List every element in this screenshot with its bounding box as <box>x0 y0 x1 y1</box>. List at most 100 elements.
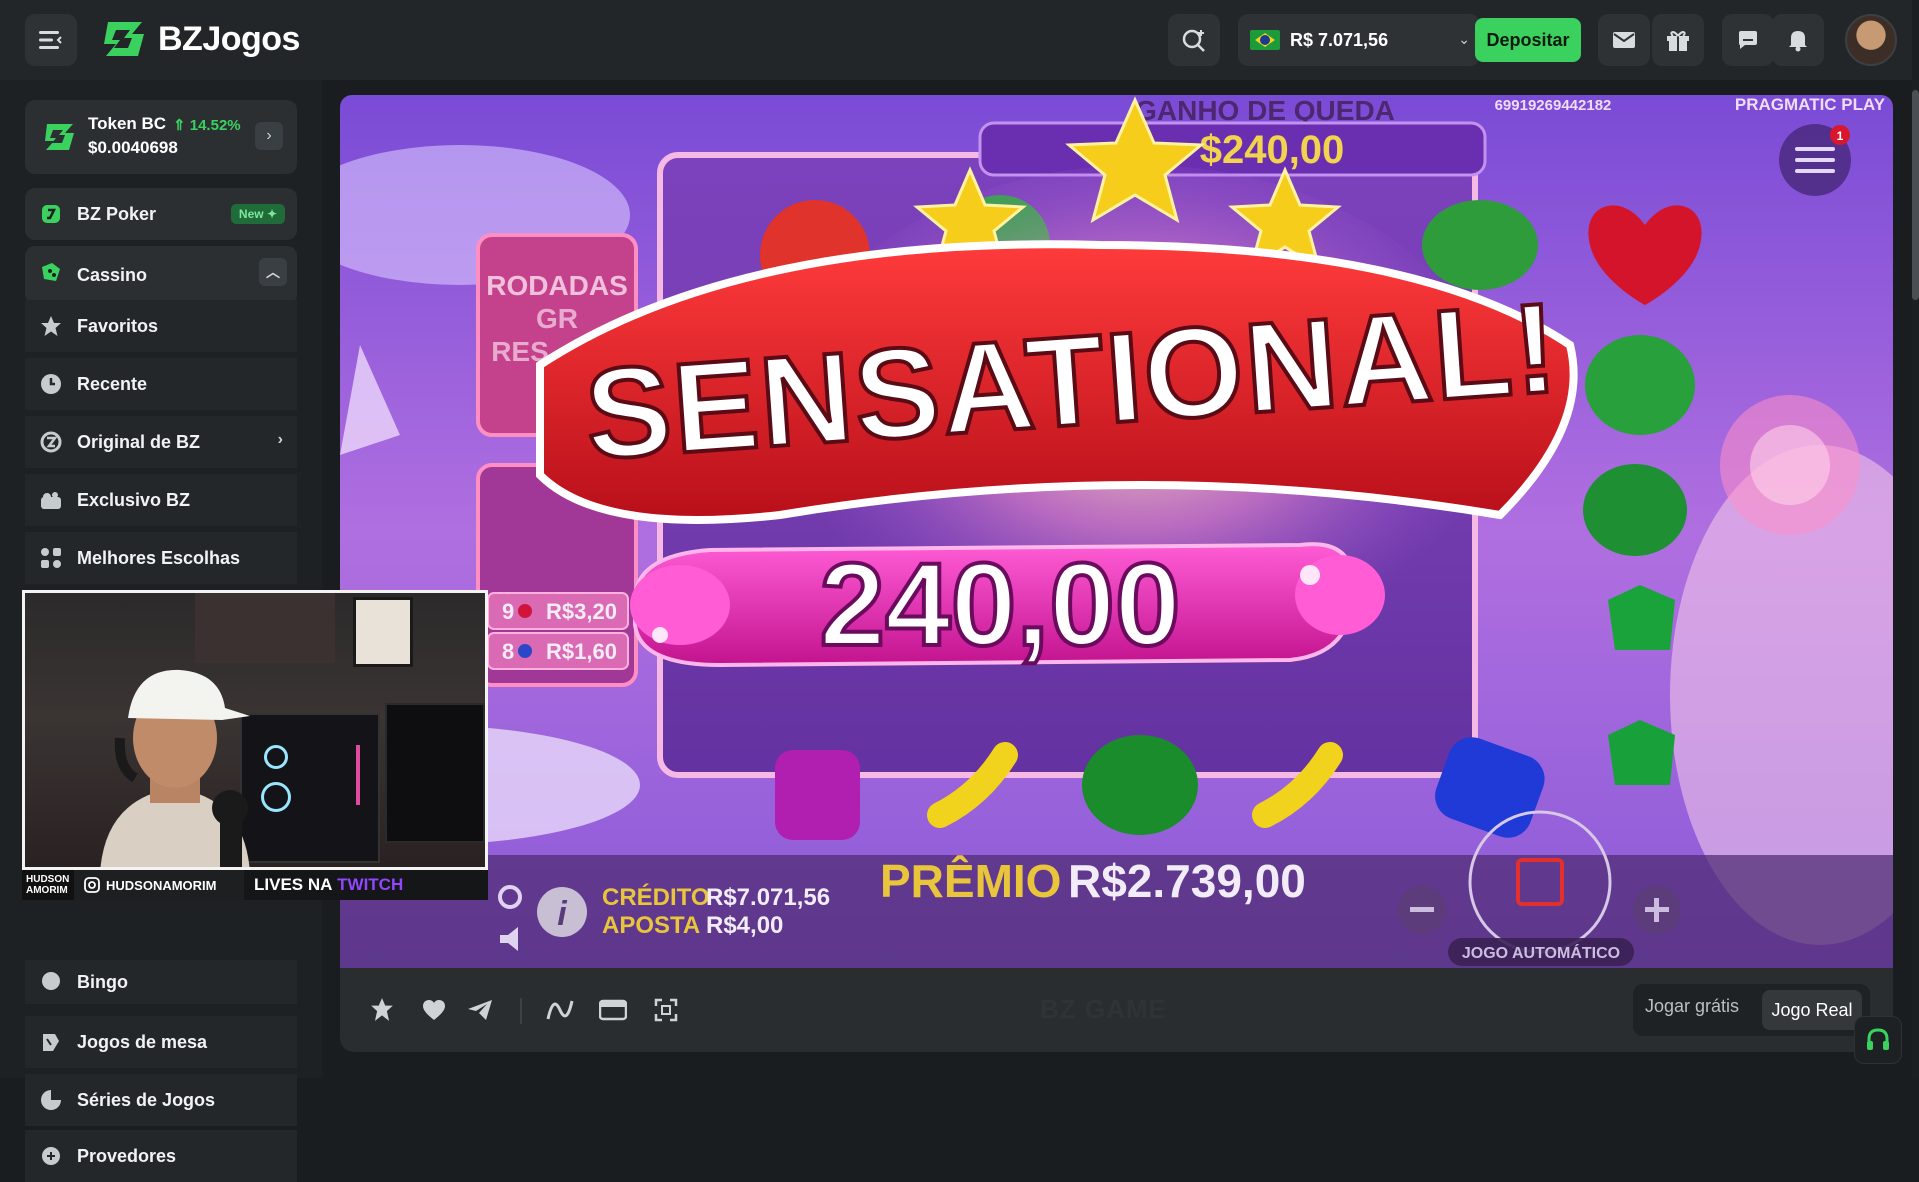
chat-button[interactable] <box>1722 14 1774 66</box>
wallet-selector[interactable]: R$ 7.071,56 ⌄ <box>1238 14 1480 66</box>
sidebar-item-label: Jogos de mesa <box>77 1031 208 1052</box>
sidebar-item-label: BZ Poker <box>77 203 157 224</box>
fullscreen-button[interactable] <box>646 990 686 1030</box>
token-card[interactable]: Token BC ⇑ 14.52% $0.0040698 › <box>25 100 297 174</box>
brazil-flag-icon <box>1250 30 1280 50</box>
send-icon <box>468 1000 492 1020</box>
stream-handle-label: HUDSONAMORIM <box>106 877 217 893</box>
stream-name-tag: HUDSON AMORIM <box>22 870 74 900</box>
play-free-button[interactable]: Jogar grátis <box>1645 996 1739 1017</box>
deposit-button[interactable]: Depositar <box>1475 18 1581 62</box>
stream-handle: HUDSONAMORIM <box>74 870 244 900</box>
chart-line-icon <box>546 1000 574 1020</box>
theater-mode-button[interactable] <box>593 990 633 1030</box>
new-badge-label: New <box>238 207 264 221</box>
free-spins-label: RODADAS <box>486 270 628 301</box>
headset-icon <box>1867 1028 1889 1050</box>
notifications-button[interactable] <box>1772 14 1824 66</box>
play-real-button[interactable]: Jogo Real <box>1762 990 1862 1030</box>
wallet-balance: R$ 7.071,56 <box>1290 29 1389 50</box>
sidebar-item-recente[interactable]: Recente <box>25 358 297 410</box>
grid-icon <box>41 548 61 568</box>
credit-label: CRÉDITO <box>602 883 710 911</box>
stream-cta: LIVES NA TWITCH <box>244 870 414 900</box>
bet-value: R$4,00 <box>706 912 783 939</box>
mail-button[interactable] <box>1598 14 1650 66</box>
prize-label: PRÊMIO <box>880 855 1061 907</box>
star-icon <box>371 998 393 1021</box>
sidebar-item-label: Provedores <box>77 1145 177 1166</box>
sidebar-item-label: Cassino <box>77 264 148 285</box>
menu-button[interactable] <box>25 14 77 66</box>
sidebar-item-cassino[interactable]: Cassino ︿ <box>25 246 297 304</box>
sidebar-item-favoritos[interactable]: Favoritos <box>25 300 297 352</box>
clock-icon <box>41 374 61 394</box>
game-canvas[interactable]: RODADAS GR RES 9 R$3,20 8 R$1,60 GANHO D… <box>340 95 1893 968</box>
sidebar-item-exclusivo-bz[interactable]: Exclusivo BZ <box>25 474 297 526</box>
original-icon <box>40 431 62 453</box>
bz-game-watermark: BZ GAME <box>1040 994 1167 1024</box>
gift-icon <box>1667 31 1689 51</box>
instagram-icon <box>84 877 100 893</box>
sidebar-item-label: Recente <box>77 373 148 394</box>
star-icon <box>41 316 61 336</box>
sidebar-item-bingo[interactable]: Bingo <box>25 960 297 1004</box>
token-change-value: 14.52% <box>189 117 241 134</box>
sidebar-item-label: Séries de Jogos <box>77 1089 216 1110</box>
paytable-count-2: 8 <box>502 639 514 664</box>
search-icon <box>1182 29 1205 52</box>
credit-value: R$7.071,56 <box>706 884 830 911</box>
sidebar-item-jogos-de-mesa[interactable]: Jogos de mesa <box>25 1016 297 1068</box>
slot-game-scene[interactable]: RODADAS GR RES 9 R$3,20 8 R$1,60 GANHO D… <box>340 95 1893 968</box>
brand-mark-icon <box>104 22 144 56</box>
sidebar-item-original-bz[interactable]: Original de BZ › <box>25 416 297 468</box>
favorite-button[interactable] <box>362 990 402 1030</box>
stream-lives-label: LIVES NA <box>254 875 333 894</box>
stream-platform: TWITCH <box>337 875 404 894</box>
heart-icon <box>423 1000 445 1020</box>
streamer-figure <box>100 669 250 867</box>
table-games-icon <box>43 1034 59 1051</box>
page-scrollbar-thumb[interactable] <box>1912 90 1919 300</box>
chevron-up-icon[interactable]: ︿ <box>259 258 287 286</box>
round-id: 69919269442182 <box>1495 97 1612 114</box>
wall-photo <box>353 597 413 667</box>
paytable-value-2: R$1,60 <box>546 639 617 664</box>
user-avatar[interactable] <box>1845 14 1897 66</box>
sidebar-item-series-de-jogos[interactable]: Séries de Jogos <box>25 1074 297 1126</box>
casino-icon <box>42 263 60 281</box>
chevron-down-icon: ⌄ <box>1458 31 1470 47</box>
sidebar-item-provedores[interactable]: Provedores <box>25 1130 297 1182</box>
like-button[interactable] <box>414 990 454 1030</box>
support-button[interactable] <box>1854 1016 1902 1064</box>
win-amount: 240,00 <box>820 539 1181 671</box>
sidebar-item-label: Bingo <box>77 971 128 992</box>
monitor <box>385 703 485 843</box>
providers-icon <box>42 1147 60 1165</box>
toolbar-divider <box>520 998 522 1024</box>
share-button[interactable] <box>460 990 500 1030</box>
provider-name: PRAGMATIC PLAY <box>1735 95 1886 114</box>
sidebar-item-label: Melhores Escolhas <box>77 547 241 568</box>
chevron-right-icon[interactable]: › <box>255 122 283 150</box>
token-change: ⇑ 14.52% <box>173 117 241 134</box>
window-icon <box>599 999 627 1021</box>
bingo-icon <box>42 972 60 990</box>
menu-icon <box>39 31 62 49</box>
bet-label: APOSTA <box>602 912 700 939</box>
search-button[interactable] <box>1168 14 1220 66</box>
gift-button[interactable] <box>1652 14 1704 66</box>
sidebar-item-melhores-escolhas[interactable]: Melhores Escolhas <box>25 532 297 584</box>
top-header: BZJogos R$ 7.071,56 ⌄ Depositar <box>0 0 1919 80</box>
game-menu-badge: 1 <box>1837 129 1844 143</box>
stream-lower-bar: HUDSON AMORIM HUDSONAMORIM LIVES NA TWIT… <box>22 870 488 900</box>
prize-value: R$2.739,00 <box>1068 855 1306 907</box>
bell-icon <box>1789 31 1807 52</box>
stats-button[interactable] <box>540 990 580 1030</box>
brand-name: BZJogos <box>158 19 300 58</box>
sidebar-item-bz-poker[interactable]: BZ Poker New ✦ <box>25 188 297 240</box>
brand-logo[interactable]: BZJogos <box>102 18 300 60</box>
chevron-right-icon: › <box>277 431 283 448</box>
new-badge: New ✦ <box>230 204 285 224</box>
paytable-count-1: 9 <box>502 599 514 624</box>
